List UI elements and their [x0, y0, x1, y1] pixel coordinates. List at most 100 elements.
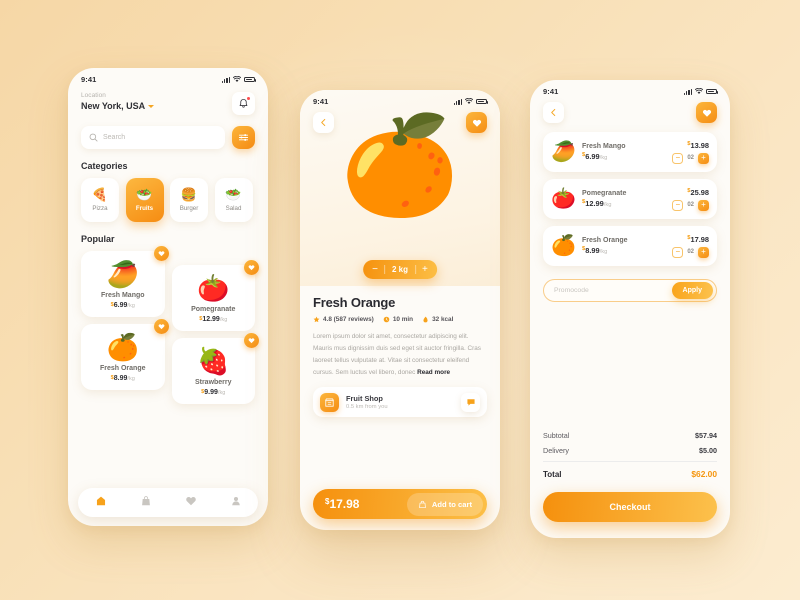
pizza-icon: 🍕	[91, 187, 109, 202]
calories-meta: 32 kcal	[422, 316, 453, 323]
checkout-button[interactable]: Checkout	[543, 492, 717, 522]
item-name: Fresh Mango	[582, 143, 626, 150]
decrement-button[interactable]: −	[372, 264, 378, 275]
decrement-button[interactable]: −	[672, 246, 684, 258]
promocode-row: Promocode Apply	[543, 279, 717, 302]
product-description: Lorem ipsum dolor sit amet, consectetur …	[313, 331, 487, 378]
signal-icon	[221, 76, 230, 83]
decrement-button[interactable]: −	[672, 199, 684, 211]
increment-button[interactable]: +	[422, 264, 428, 275]
location-selector[interactable]: New York, USA	[81, 101, 155, 111]
category-burger[interactable]: 🍔 Burger	[170, 178, 208, 222]
item-image: 🥭	[551, 141, 576, 163]
category-fruits[interactable]: 🥗 Fruits	[125, 178, 164, 222]
item-unit-price: $12.99/kg	[582, 199, 665, 208]
add-to-cart-bar[interactable]: $17.98 Add to cart	[313, 489, 487, 519]
product-card[interactable]: 🍓 Strawberry $9.99/kg	[171, 333, 259, 404]
battery-icon	[706, 88, 719, 95]
quantity-value: 02	[687, 155, 694, 161]
quantity-stepper[interactable]: − 02 +	[672, 152, 709, 164]
item-total: $17.98	[687, 235, 709, 244]
favorite-button[interactable]	[153, 319, 169, 334]
total-value: 13.98	[690, 140, 710, 150]
status-bar: 9:41	[68, 68, 268, 86]
quantity-stepper[interactable]: − 02 +	[672, 199, 709, 211]
increment-button[interactable]: +	[698, 152, 709, 164]
price-value: 6.99	[113, 302, 128, 309]
wifi-icon	[233, 76, 241, 83]
tab-profile[interactable]	[230, 494, 242, 512]
shop-distance: 0.5 km from you	[346, 404, 388, 411]
favorite-button[interactable]	[244, 333, 259, 348]
description-text: Lorem ipsum dolor sit amet, consectetur …	[313, 333, 481, 376]
notification-button[interactable]	[232, 92, 255, 115]
favorite-button[interactable]	[153, 246, 169, 261]
cart-item[interactable]: 🥭 Fresh Mango $6.99/kg $13.98 − 02 +	[543, 132, 717, 172]
wifi-icon	[695, 88, 703, 95]
tab-home[interactable]	[95, 494, 107, 512]
cart-item[interactable]: 🍅 Pomegranate $12.99/kg $25.98 − 02 +	[543, 179, 717, 219]
heart-icon	[158, 251, 164, 257]
quantity-stepper[interactable]: − 2 kg +	[363, 260, 437, 279]
phone-detail-screen: 9:41 🍊 − 2 kg + Fresh Orange 4.8 (587 re…	[300, 90, 500, 530]
product-image: 🍊	[340, 112, 460, 219]
product-card[interactable]: 🥭 Fresh Mango $6.99/kg	[81, 246, 169, 317]
tab-bag[interactable]	[140, 494, 152, 512]
increment-button[interactable]: +	[698, 246, 709, 258]
bag-icon	[141, 495, 150, 505]
add-to-cart-button[interactable]: Add to cart	[406, 492, 483, 516]
product-name: Fresh Orange	[99, 365, 146, 372]
phone-cart-screen: 9:41 🥭 Fresh Mango $6.99/kg $13.98 − 02 …	[530, 80, 730, 538]
decrement-button[interactable]: −	[672, 152, 684, 164]
read-more-link[interactable]: Read more	[417, 369, 450, 376]
quantity-stepper[interactable]: − 02 +	[672, 246, 709, 258]
cart-item[interactable]: 🍊 Fresh Orange $8.99/kg $17.98 − 02 +	[543, 226, 717, 266]
total-value: 17.98	[690, 234, 710, 244]
product-image: 🍊	[106, 332, 139, 362]
item-unit-price: $6.99/kg	[582, 152, 665, 161]
item-name: Fresh Orange	[582, 237, 628, 244]
price-unit: /kg	[127, 303, 135, 309]
phone-home-screen: 9:41 Location New York, USA Search Categ…	[68, 68, 268, 526]
product-card[interactable]: 🍊 Fresh Orange $8.99/kg	[81, 319, 169, 390]
promocode-input[interactable]: Promocode	[554, 287, 672, 294]
subtotal-label: Subtotal	[543, 431, 570, 440]
favorite-button[interactable]	[244, 260, 259, 275]
tab-favorites[interactable]	[185, 494, 197, 512]
battery-icon	[244, 76, 257, 83]
popular-title: Popular	[81, 234, 115, 244]
product-card[interactable]: 🍅 Pomegranate $12.99/kg	[171, 260, 259, 331]
quantity-value: 02	[687, 249, 694, 255]
price-unit: /kg	[603, 202, 612, 208]
category-pizza[interactable]: 🍕 Pizza	[81, 178, 119, 222]
item-total: $13.98	[687, 141, 709, 150]
price-value: 8.99	[113, 375, 128, 382]
home-icon	[96, 496, 105, 505]
shop-card[interactable]: Fruit Shop 0.5 km from you	[313, 387, 487, 418]
back-button[interactable]	[543, 102, 564, 123]
price-unit: /kg	[217, 390, 226, 396]
heart-icon	[702, 109, 711, 117]
location-header: Location New York, USA	[81, 92, 255, 115]
search-input[interactable]: Search	[81, 126, 225, 149]
categories-list: 🍕 Pizza 🥗 Fruits 🍔 Burger 🥗 Salad	[81, 178, 255, 222]
apply-promocode-button[interactable]: Apply	[671, 282, 713, 299]
favorite-button[interactable]	[696, 102, 717, 123]
product-title: Fresh Orange	[313, 295, 396, 310]
signal-icon	[453, 98, 462, 105]
product-image: 🍓	[197, 346, 230, 376]
heart-icon	[248, 265, 255, 271]
quantity-value: 02	[687, 202, 694, 208]
price-value: 12.99	[202, 316, 220, 323]
product-image: 🍅	[197, 273, 230, 303]
category-salad[interactable]: 🥗 Salad	[214, 178, 253, 222]
clock-icon	[383, 316, 390, 323]
store-glyph-icon	[325, 398, 334, 407]
increment-button[interactable]: +	[698, 199, 709, 211]
filter-button[interactable]	[232, 126, 255, 149]
chat-button[interactable]	[461, 392, 480, 412]
product-price: $9.99/kg	[178, 389, 250, 396]
search-placeholder: Search	[103, 134, 126, 141]
product-name: Pomegranate	[191, 306, 236, 313]
total-row: Total $62.00	[543, 469, 717, 479]
